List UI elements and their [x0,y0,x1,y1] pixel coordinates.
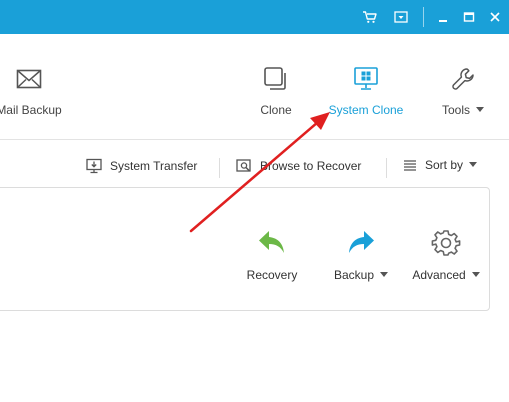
backup-button[interactable]: Backup [331,226,391,282]
browse-to-recover-label: Browse to Recover [260,159,362,173]
backup-label: Backup [333,268,375,282]
chevron-down-icon [471,272,480,278]
browse-search-icon [236,158,252,174]
chevron-down-icon [469,161,478,167]
close-icon[interactable] [484,6,506,28]
advanced-label: Advanced [412,268,466,282]
windows-monitor-icon [326,64,406,94]
chevron-down-icon [476,107,484,113]
tools-button[interactable]: Tools [434,64,492,117]
gear-icon [411,226,481,260]
clone-button[interactable]: Clone [248,64,304,117]
transfer-monitor-icon [86,158,102,174]
backup-arrow-icon [331,226,391,260]
advanced-button[interactable]: Advanced [411,226,481,282]
tools-label-row: Tools [434,103,492,117]
title-bar [0,0,509,34]
backup-task-card: Recovery Backup Advanced [0,187,490,311]
list-sort-icon [403,158,417,172]
clone-label: Clone [260,103,292,117]
recovery-arrow-icon [243,226,301,260]
cart-icon[interactable] [359,6,381,28]
system-transfer-label: System Transfer [110,159,198,173]
actionbar-divider [219,158,220,178]
action-bar: System Transfer Browse to Recover Sort b… [0,150,509,186]
sort-by-button[interactable]: Sort by [403,158,478,172]
menu-dropdown-icon[interactable] [390,6,412,28]
recovery-label: Recovery [246,268,298,282]
recovery-button[interactable]: Recovery [243,226,301,282]
backup-label-row: Backup [331,268,391,282]
titlebar-divider [423,7,424,27]
tools-label: Tools [441,103,470,117]
mail-icon [0,64,64,94]
maximize-icon[interactable] [458,6,480,28]
actionbar-divider [386,158,387,178]
system-clone-button[interactable]: System Clone [326,64,406,117]
main-toolbar: Mail Backup Clone System Clone Tools [0,34,509,140]
minimize-icon[interactable] [432,6,454,28]
sort-by-label: Sort by [425,158,464,172]
system-transfer-button[interactable]: System Transfer [86,158,197,174]
wrench-icon [434,64,492,94]
system-clone-label: System Clone [328,103,404,117]
mail-backup-label: Mail Backup [0,103,62,117]
mail-backup-button[interactable]: Mail Backup [0,64,64,117]
chevron-down-icon [380,272,389,278]
advanced-label-row: Advanced [411,268,481,282]
browse-to-recover-button[interactable]: Browse to Recover [236,158,361,174]
clone-icon [248,64,304,94]
